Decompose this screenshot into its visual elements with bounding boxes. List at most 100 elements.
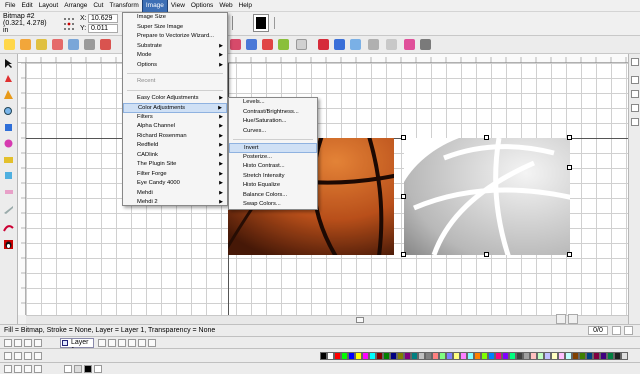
y-field[interactable]: 0.011 — [88, 24, 118, 33]
menu-item-swap-colors[interactable]: Swap Colors... — [229, 200, 317, 210]
menu-item-filter-forge[interactable]: Filter Forge ▶ — [123, 170, 227, 180]
scroll-thumb[interactable] — [356, 317, 364, 323]
bevel-icon[interactable] — [386, 39, 397, 50]
panel-icon[interactable] — [631, 104, 639, 112]
menu-item-alpha-channel[interactable]: Alpha Channel ▶ — [123, 122, 227, 132]
basketball-image-grayscale[interactable] — [404, 138, 570, 255]
color-swatch[interactable] — [551, 352, 558, 360]
black-swatch[interactable] — [84, 365, 92, 373]
color-swatch[interactable] — [341, 352, 348, 360]
color-swatch[interactable] — [544, 352, 551, 360]
menu-view[interactable]: View — [168, 0, 188, 12]
node-icon[interactable] — [52, 39, 63, 50]
menu-item-color-adjustments[interactable]: Color Adjustments ▶ — [123, 103, 227, 113]
color-swatch[interactable] — [383, 352, 390, 360]
color-swatch[interactable] — [621, 352, 628, 360]
color-swatch[interactable] — [481, 352, 488, 360]
menu-item-redfield[interactable]: Redfield ▶ — [123, 141, 227, 151]
menu-item-posterize[interactable]: Posterize... — [229, 153, 317, 163]
color-swatch[interactable] — [516, 352, 523, 360]
layer-button[interactable] — [148, 339, 156, 347]
layer-button[interactable] — [128, 339, 136, 347]
color-swatch[interactable] — [418, 352, 425, 360]
zoom-icon[interactable] — [3, 106, 14, 117]
weld-icon[interactable] — [230, 39, 241, 50]
color-swatch[interactable] — [369, 352, 376, 360]
menu-item-options[interactable]: Options ▶ — [123, 61, 227, 71]
color-swatch[interactable] — [607, 352, 614, 360]
menu-layout[interactable]: Layout — [36, 0, 62, 12]
color-swatch[interactable] — [530, 352, 537, 360]
panel-icon[interactable] — [631, 90, 639, 98]
menu-item-mehdi[interactable]: Mehdi ▶ — [123, 189, 227, 199]
zoom-in-button[interactable] — [624, 326, 633, 335]
menu-item-histo-contrast[interactable]: Histo Contrast... — [229, 162, 317, 172]
menu-item-contrast-brightness[interactable]: Contrast/Brightness... — [229, 108, 317, 118]
panel-icon[interactable] — [631, 76, 639, 84]
node-edit-icon[interactable] — [3, 73, 14, 84]
color-swatch[interactable] — [523, 352, 530, 360]
paste-icon[interactable] — [20, 39, 31, 50]
next-layer-button[interactable] — [24, 339, 32, 347]
color-swatch[interactable] — [488, 352, 495, 360]
color-swatch[interactable] — [334, 352, 341, 360]
color-swatch[interactable] — [600, 352, 607, 360]
menu-item-mode[interactable]: Mode ▶ — [123, 51, 227, 61]
anchor-grid-icon[interactable] — [62, 15, 76, 33]
menu-item-the-plugin-site[interactable]: The Plugin Site ▶ — [123, 160, 227, 170]
color-swatch[interactable] — [327, 352, 334, 360]
pointer-icon[interactable] — [3, 58, 14, 69]
menu-web[interactable]: Web — [216, 0, 235, 12]
palette-next-button[interactable] — [24, 352, 32, 360]
fill-color-icon[interactable] — [253, 14, 269, 32]
contour-icon[interactable] — [318, 39, 329, 50]
color-tool-icon[interactable] — [3, 138, 14, 149]
color-swatch[interactable] — [348, 352, 355, 360]
menu-item-richard-rosenman[interactable]: Richard Rosenman ▶ — [123, 132, 227, 142]
menu-item-cadlink[interactable]: CADlink ▶ — [123, 151, 227, 161]
menu-item-mehdi-2[interactable]: Mehdi 2 ▶ — [123, 198, 227, 208]
menu-item-substrate[interactable]: Substrate ▶ — [123, 42, 227, 52]
zoom-out-button[interactable] — [612, 326, 621, 335]
menu-options[interactable]: Options — [188, 0, 216, 12]
menu-item-invert[interactable]: Invert — [229, 143, 317, 153]
color-swatch[interactable] — [565, 352, 572, 360]
color-swatch[interactable] — [502, 352, 509, 360]
color-swatch[interactable] — [453, 352, 460, 360]
panel-icon[interactable] — [631, 58, 639, 66]
nav-button[interactable] — [34, 365, 42, 373]
shapes-icon[interactable] — [36, 39, 47, 50]
menu-item-hue-saturation[interactable]: Hue/Saturation... — [229, 117, 317, 127]
menu-file[interactable]: File — [2, 0, 18, 12]
no-fill-swatch[interactable] — [64, 365, 72, 373]
menu-item-prepare-to-vectorize-wizard[interactable]: Prepare to Vectorize Wizard... — [123, 32, 227, 42]
trace-icon[interactable] — [420, 39, 431, 50]
menu-item-balance-colors[interactable]: Balance Colors... — [229, 191, 317, 201]
palette-last-button[interactable] — [34, 352, 42, 360]
white-swatch[interactable] — [94, 365, 102, 373]
color-swatch[interactable] — [579, 352, 586, 360]
print-icon[interactable] — [84, 39, 95, 50]
menu-item-stretch-intensity[interactable]: Stretch Intensity — [229, 172, 317, 182]
combine-icon[interactable] — [246, 39, 257, 50]
eraser-icon[interactable] — [3, 186, 14, 197]
break-icon[interactable] — [262, 39, 273, 50]
selection-handle[interactable] — [567, 165, 572, 170]
first-layer-button[interactable] — [4, 339, 12, 347]
color-swatch[interactable] — [320, 352, 327, 360]
menu-transform[interactable]: Transform — [106, 0, 141, 12]
text-tool-icon[interactable] — [3, 122, 14, 133]
color-swatch[interactable] — [411, 352, 418, 360]
palette-prev-button[interactable] — [14, 352, 22, 360]
cut-icon[interactable] — [100, 39, 111, 50]
color-swatch[interactable] — [390, 352, 397, 360]
menu-arrange[interactable]: Arrange — [61, 0, 90, 12]
color-swatch[interactable] — [362, 352, 369, 360]
design-canvas[interactable] — [26, 63, 628, 315]
color-swatch[interactable] — [460, 352, 467, 360]
nav-left-button[interactable] — [556, 314, 566, 324]
selection-handle[interactable] — [484, 135, 489, 140]
rotate-icon[interactable] — [334, 39, 345, 50]
color-swatch[interactable] — [509, 352, 516, 360]
color-swatch[interactable] — [446, 352, 453, 360]
